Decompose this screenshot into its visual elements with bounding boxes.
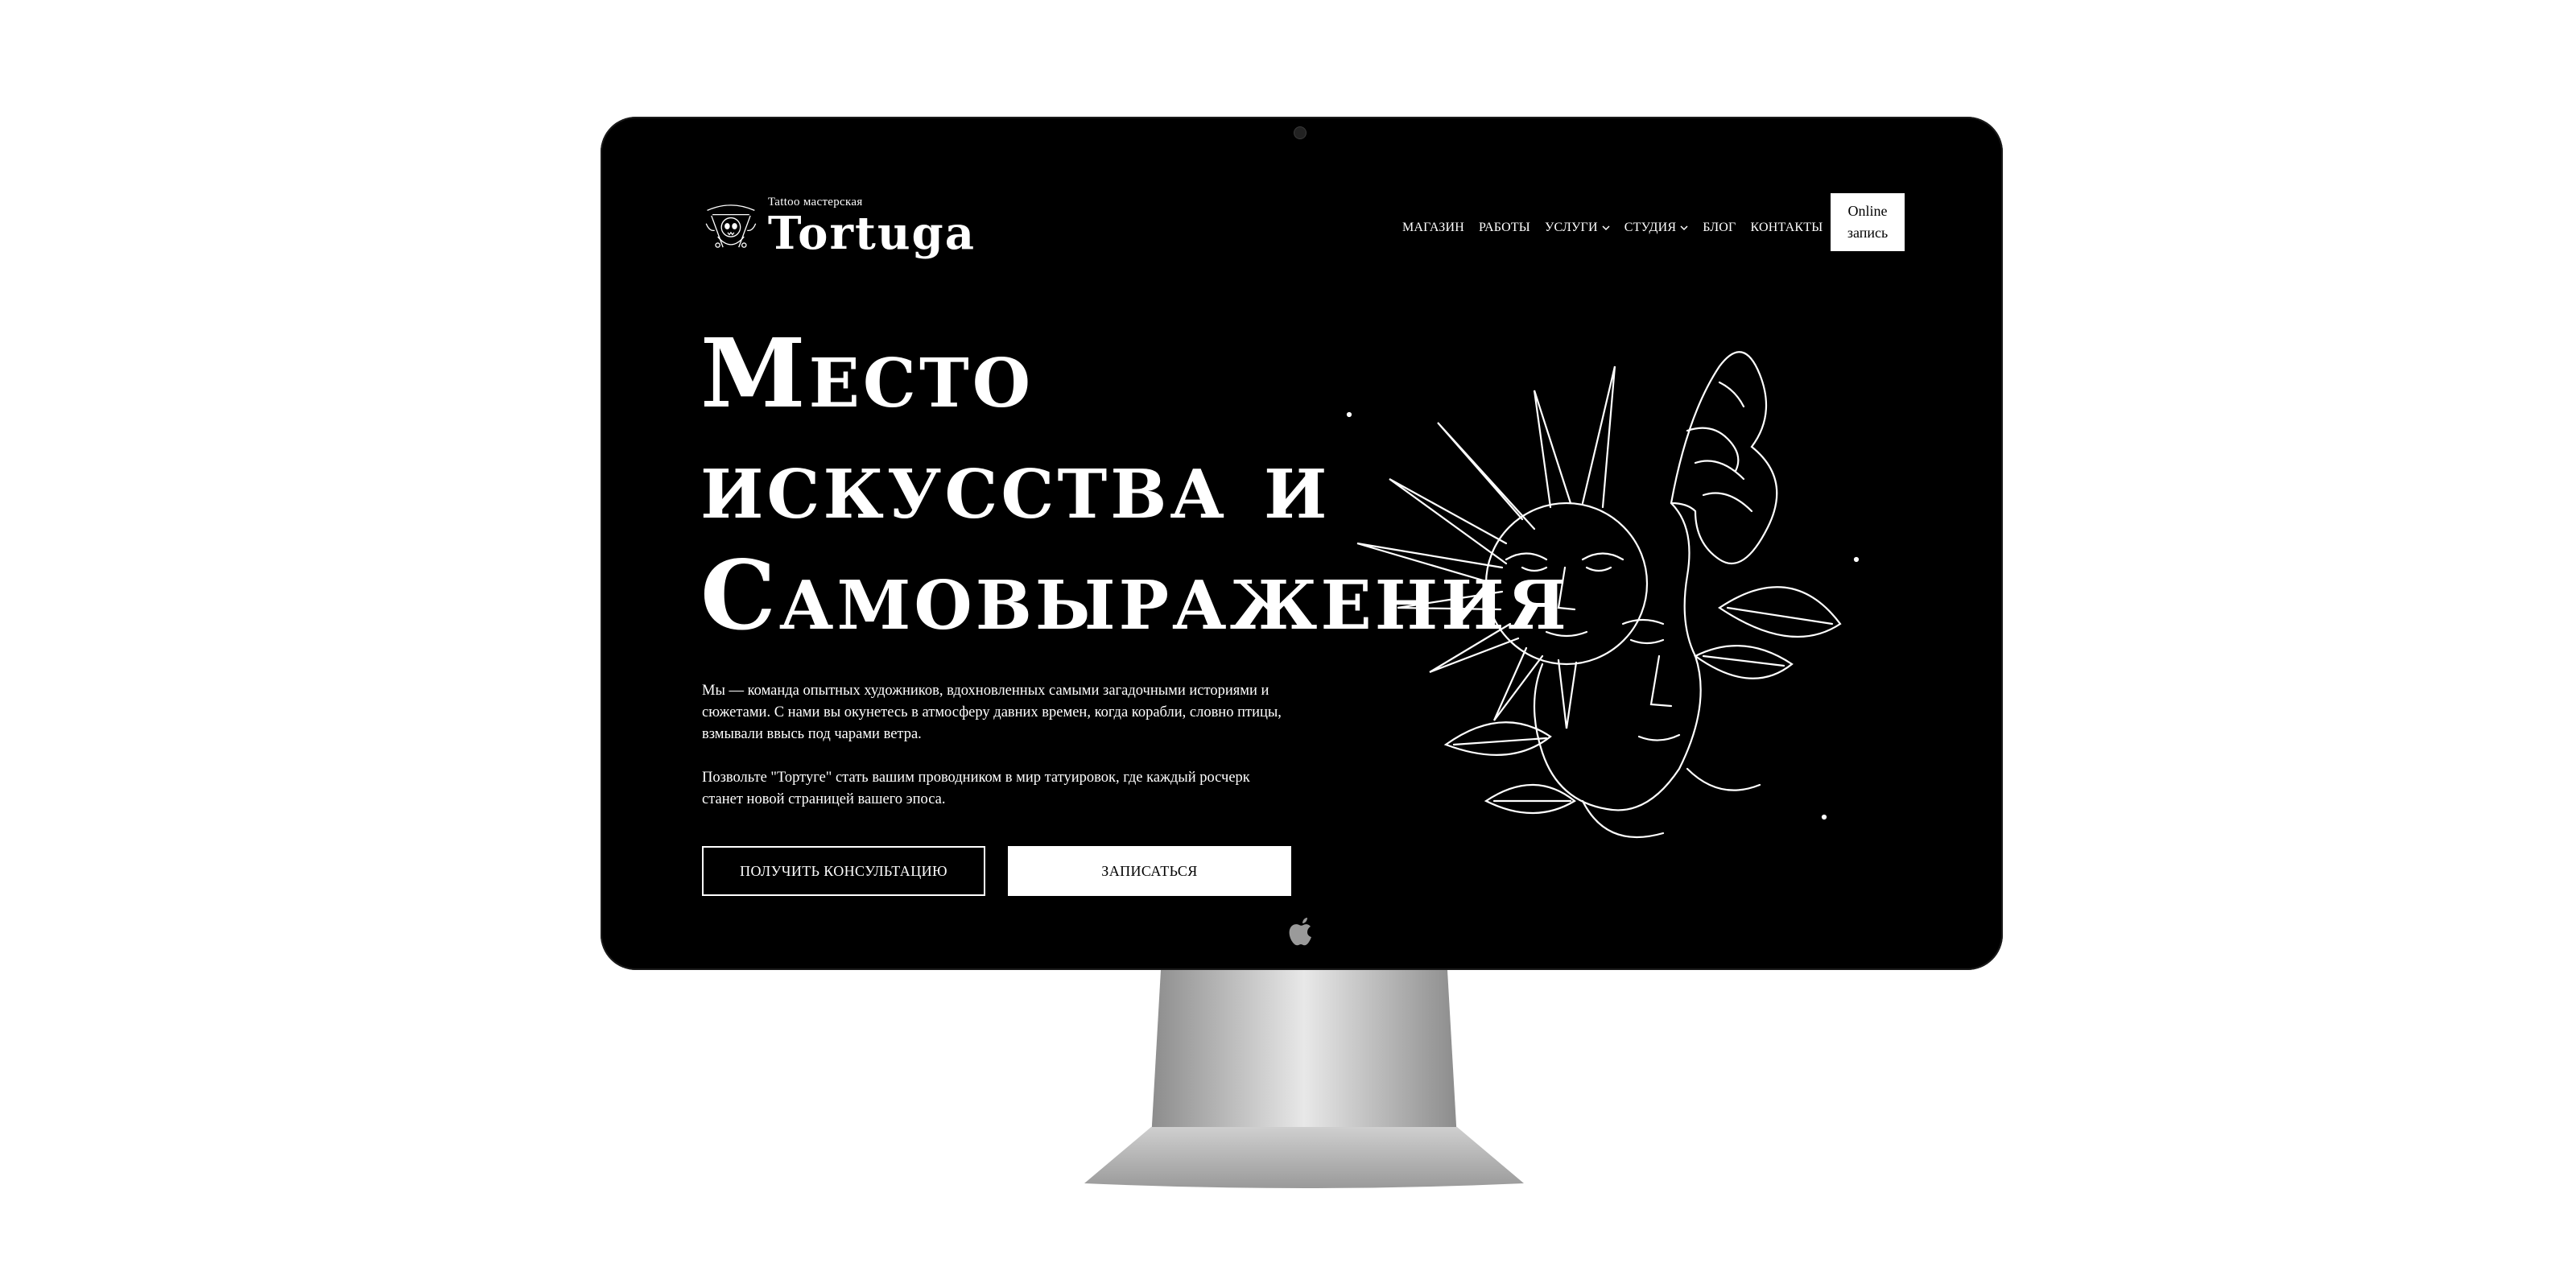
nav-item-services[interactable]: УСЛУГИ [1545,221,1610,235]
nav-item-works[interactable]: РАБОТЫ [1479,221,1530,235]
hero-title-line: Место [700,317,1034,429]
online-booking-button[interactable]: Online запись [1831,193,1905,251]
nav-item-label: КОНТАКТЫ [1750,221,1823,234]
main-nav: МАГАЗИН РАБОТЫ УСЛУГИ СТУДИЯ БЛОГ КОНТАК… [1402,204,1837,252]
monitor-frame: Tattoo мастерская Tortuga МАГАЗИН РАБОТЫ… [601,117,2003,970]
nav-item-label: РАБОТЫ [1478,221,1530,234]
monitor-stand-base [1084,1127,1524,1188]
consultation-button-label: ПОЛУЧИТЬ КОНСУЛЬТАЦИЮ [740,862,947,879]
nav-item-label: СТУДИЯ [1624,221,1677,234]
hero-title-line: искусства и [700,428,1331,540]
website-screen: Tattoo мастерская Tortuga МАГАЗИН РАБОТЫ… [601,117,2003,970]
online-booking-line1: Online [1847,203,1888,219]
signup-button[interactable]: ЗАПИСАТЬСЯ [1008,846,1291,896]
nav-item-studio[interactable]: СТУДИЯ [1624,221,1689,235]
apple-logo-icon [1289,918,1311,946]
monitor-stand-neck [1151,970,1457,1139]
hero-paragraph: Мы — команда опытных художников, вдохнов… [702,683,1282,742]
hero-description: Мы — команда опытных художников, вдохнов… [702,680,1282,832]
online-booking-line2: запись [1847,225,1889,241]
hero-title: Место искусства и Самовыражения [700,317,1570,651]
nav-item-label: БЛОГ [1703,221,1736,234]
nav-item-label: УСЛУГИ [1544,221,1598,234]
nav-item-blog[interactable]: БЛОГ [1703,221,1736,235]
chevron-down-icon [1602,225,1610,231]
chevron-down-icon [1680,225,1688,231]
sun-rays [1356,365,1616,729]
hero-title-line: Самовыражения [700,539,1570,651]
hero-paragraph: Позвольте "Тортуге" стать вашим проводни… [702,770,1250,807]
sun-face-illustration [1346,351,1860,839]
nav-item-contacts[interactable]: КОНТАКТЫ [1751,221,1823,235]
signup-button-label: ЗАПИСАТЬСЯ [1101,862,1198,879]
brand-name: Tortuga [767,206,976,260]
nav-item-label: МАГАЗИН [1402,221,1464,234]
consultation-button[interactable]: ПОЛУЧИТЬ КОНСУЛЬТАЦИЮ [702,846,985,896]
brand-logo[interactable]: Tattoo мастерская Tortuga [702,186,976,266]
skull-anchor-emblem-icon [705,204,757,248]
nav-item-shop[interactable]: МАГАЗИН [1402,221,1464,235]
